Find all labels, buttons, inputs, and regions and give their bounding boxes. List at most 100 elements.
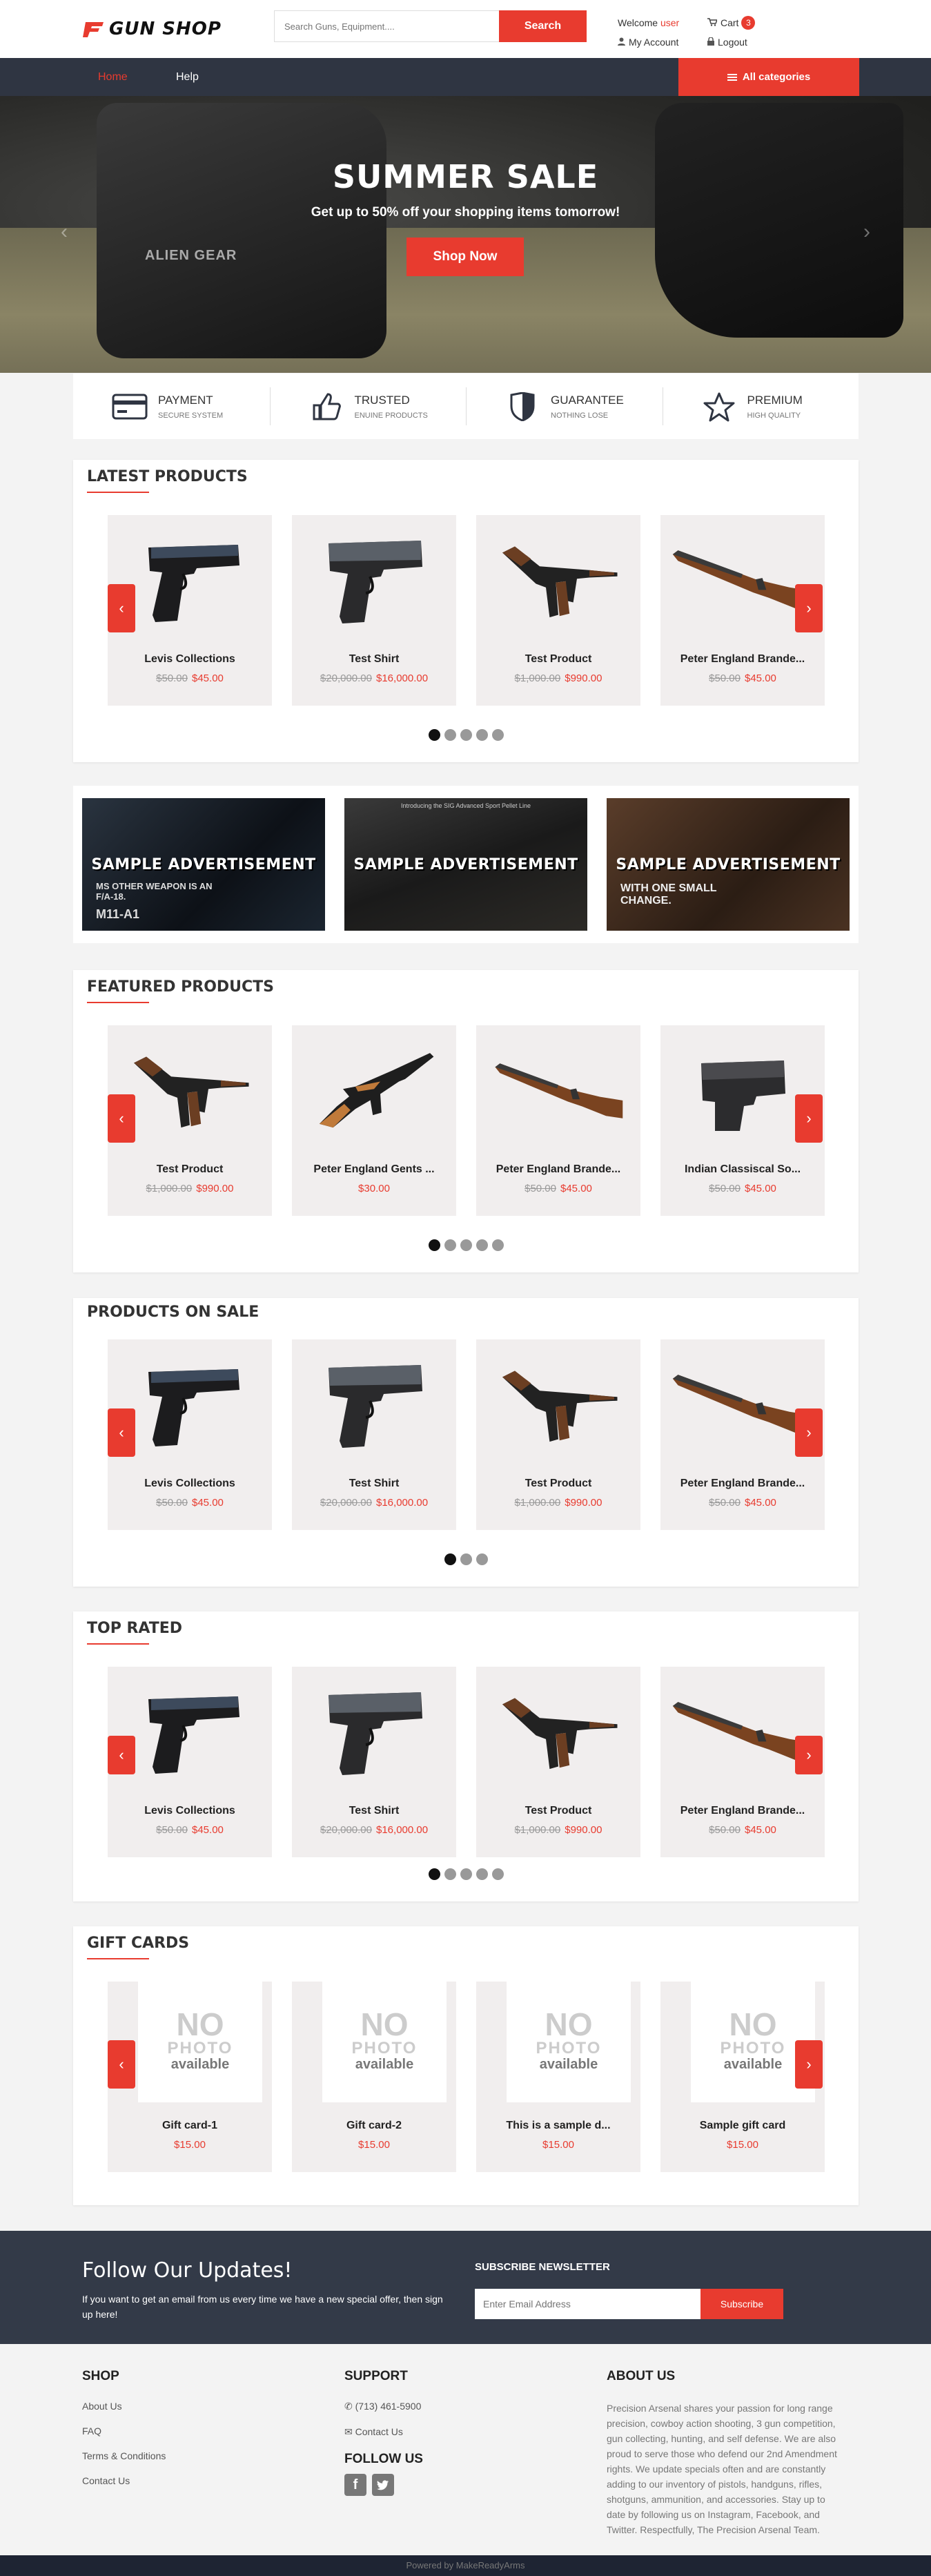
carousel-prev-button[interactable]: ‹: [108, 1408, 135, 1457]
pistol-image: [302, 1346, 447, 1464]
carousel-dot[interactable]: [491, 1239, 504, 1251]
product-card[interactable]: Test Product $1,000.00 $990.00: [476, 1667, 640, 1857]
product-name[interactable]: Gift card-2: [292, 2120, 456, 2132]
logout-link[interactable]: Logout: [707, 36, 747, 48]
my-account-link[interactable]: My Account: [618, 37, 707, 48]
carousel-dot[interactable]: [460, 1239, 472, 1251]
carousel-prev-button[interactable]: ‹: [108, 1094, 135, 1143]
product-name[interactable]: Levis Collections: [108, 1805, 272, 1817]
product-name[interactable]: Levis Collections: [108, 1478, 272, 1490]
product-name[interactable]: Test Product: [476, 653, 640, 666]
carousel-dot[interactable]: [444, 729, 456, 741]
about-text: Precision Arsenal shares your passion fo…: [607, 2403, 837, 2535]
hero-prev-icon[interactable]: ‹: [61, 220, 68, 244]
product-price: $15.00: [108, 2139, 272, 2151]
subscribe-button[interactable]: Subscribe: [700, 2289, 783, 2319]
search-button[interactable]: Search: [499, 10, 587, 42]
new-price: $990.00: [565, 1824, 602, 1836]
carousel-prev-button[interactable]: ‹: [108, 1736, 135, 1774]
twitter-icon[interactable]: [372, 2474, 394, 2496]
carousel-dot[interactable]: [476, 1553, 488, 1565]
product-name[interactable]: Test Shirt: [292, 1478, 456, 1490]
no-photo-placeholder: NO PHOTO available: [496, 1978, 641, 2102]
product-price: $50.00 $45.00: [108, 672, 272, 684]
product-name[interactable]: Peter England Brande...: [660, 653, 825, 666]
carousel-dot[interactable]: [460, 1868, 472, 1880]
carousel-dot[interactable]: [428, 1239, 440, 1251]
product-name[interactable]: Test Shirt: [292, 653, 456, 666]
rifle-image: [670, 522, 815, 639]
carousel-dot[interactable]: [491, 729, 504, 741]
product-name[interactable]: Peter England Brande...: [476, 1163, 640, 1176]
footer-link-faq[interactable]: FAQ: [82, 2425, 166, 2437]
carousel-dot[interactable]: [444, 1868, 456, 1880]
shop-now-button[interactable]: Shop Now: [406, 238, 524, 276]
carousel-next-button[interactable]: ›: [795, 1408, 823, 1457]
product-name[interactable]: Gift card-1: [108, 2120, 272, 2132]
footer-contact-link[interactable]: ✉ Contact Us: [344, 2426, 423, 2438]
footer-link-terms[interactable]: Terms & Conditions: [82, 2450, 166, 2461]
product-name[interactable]: Test Product: [108, 1163, 272, 1176]
hero-next-icon[interactable]: ›: [863, 220, 870, 244]
carousel-dot[interactable]: [491, 1868, 504, 1880]
product-name[interactable]: Indian Classiscal So...: [660, 1163, 825, 1176]
footer-link-contact[interactable]: Contact Us: [82, 2475, 166, 2486]
no-photo-text: NO: [176, 2006, 224, 2042]
pistol-image: [117, 1346, 262, 1464]
old-price: $1,000.00: [514, 1824, 561, 1836]
pistol-image: [302, 1674, 447, 1791]
nav-home[interactable]: Home: [98, 58, 128, 96]
product-card[interactable]: Test Shirt $20,000.00 $16,000.00: [292, 1667, 456, 1857]
old-price: $50.00: [709, 1824, 741, 1836]
product-price: $20,000.00 $16,000.00: [292, 672, 456, 684]
new-price: $45.00: [192, 1824, 224, 1836]
cart-link[interactable]: Cart 3: [707, 16, 756, 30]
carousel-next-button[interactable]: ›: [795, 1736, 823, 1774]
carousel-dot[interactable]: [460, 1553, 472, 1565]
product-name[interactable]: Test Product: [476, 1478, 640, 1490]
product-name[interactable]: Test Product: [476, 1805, 640, 1817]
site-logo[interactable]: GUN SHOP: [83, 17, 235, 41]
email-field[interactable]: [475, 2289, 700, 2319]
carousel-dot[interactable]: [460, 729, 472, 741]
advertisement-banner[interactable]: SAMPLE ADVERTISEMENT WITH ONE SMALL CHAN…: [607, 798, 850, 931]
thumbs-up-icon: [308, 392, 345, 420]
giftcard-card[interactable]: NO PHOTO available Gift card-2 $15.00: [292, 1978, 456, 2172]
pistol-image: [302, 522, 447, 639]
facebook-icon[interactable]: f: [344, 2474, 366, 2496]
footer-link-about[interactable]: About Us: [82, 2401, 166, 2412]
giftcard-card[interactable]: NO PHOTO available This is a sample d... $…: [476, 1978, 641, 2172]
carousel-dot[interactable]: [476, 1868, 488, 1880]
product-card[interactable]: Test Shirt $20,000.00 $16,000.00: [292, 1339, 456, 1530]
carousel-dot[interactable]: [476, 729, 488, 741]
carousel-dot[interactable]: [428, 729, 440, 741]
product-card[interactable]: Test Product $1,000.00 $990.00: [476, 1339, 640, 1530]
product-name[interactable]: Peter England Brande...: [660, 1805, 825, 1817]
product-name[interactable]: Sample gift card: [660, 2120, 825, 2132]
footer-phone-link[interactable]: ✆ (713) 461-5900: [344, 2401, 423, 2412]
product-card[interactable]: Test Shirt $20,000.00 $16,000.00: [292, 515, 456, 706]
product-card[interactable]: Peter England Gents ... $30.00: [292, 1025, 456, 1216]
product-name[interactable]: This is a sample d...: [476, 2120, 640, 2132]
product-name[interactable]: Peter England Brande...: [660, 1478, 825, 1490]
advertisement-banner[interactable]: SAMPLE ADVERTISEMENT MS OTHER WEAPON IS …: [82, 798, 325, 931]
carousel-next-button[interactable]: ›: [795, 2040, 823, 2089]
product-name[interactable]: Peter England Gents ...: [292, 1163, 456, 1176]
search-input[interactable]: [274, 10, 499, 42]
product-name[interactable]: Levis Collections: [108, 653, 272, 666]
carousel-dot[interactable]: [428, 1868, 440, 1880]
carousel-dot[interactable]: [444, 1553, 456, 1565]
welcome-user[interactable]: user: [660, 17, 679, 28]
nav-help[interactable]: Help: [176, 58, 199, 96]
carousel-next-button[interactable]: ›: [795, 584, 823, 632]
carousel-prev-button[interactable]: ‹: [108, 2040, 135, 2089]
product-card[interactable]: Peter England Brande... $50.00 $45.00: [476, 1025, 640, 1216]
all-categories-button[interactable]: All categories: [678, 58, 859, 96]
carousel-next-button[interactable]: ›: [795, 1094, 823, 1143]
product-card[interactable]: Test Product $1,000.00 $990.00: [476, 515, 640, 706]
product-name[interactable]: Test Shirt: [292, 1805, 456, 1817]
carousel-dot[interactable]: [444, 1239, 456, 1251]
carousel-prev-button[interactable]: ‹: [108, 584, 135, 632]
advertisement-banner[interactable]: Introducing the SIG Advanced Sport Pelle…: [344, 798, 587, 931]
carousel-dot[interactable]: [476, 1239, 488, 1251]
